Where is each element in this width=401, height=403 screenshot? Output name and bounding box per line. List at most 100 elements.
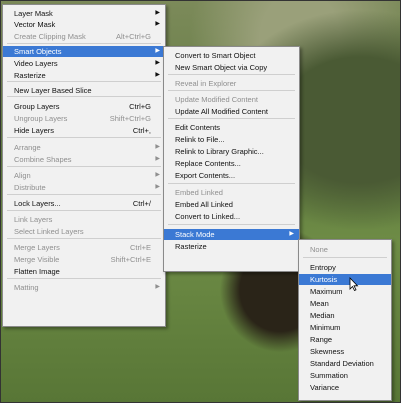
smart-objects-item-embed-linked: Embed Linked [164, 187, 299, 198]
menu-separator [168, 118, 295, 119]
submenu-arrow-icon: ▶ [155, 21, 160, 27]
layer-menu-item-hide-layers[interactable]: Hide Layers Ctrl+, [3, 125, 165, 136]
menu-item-label: Variance [310, 383, 340, 392]
stack-mode-item-kurtosis[interactable]: Kurtosis [299, 274, 391, 285]
stack-mode-item-skewness[interactable]: Skewness [299, 346, 391, 357]
layer-menu-item-group-layers[interactable]: Group Layers Ctrl+G [3, 101, 165, 112]
menu-item-label: Update All Modified Content [175, 107, 268, 116]
menu-item-label: Mean [310, 299, 329, 308]
layer-menu-item-link-layers: Link Layers [3, 214, 165, 225]
submenu-arrow-icon: ▶ [155, 184, 160, 190]
stack-mode-item-entropy[interactable]: Entropy [299, 262, 391, 273]
shortcut-text: Ctrl+/ [132, 199, 151, 208]
menu-item-label: Update Modified Content [175, 95, 258, 104]
stack-mode-item-summation[interactable]: Summation [299, 370, 391, 381]
submenu-arrow-icon: ▶ [155, 60, 160, 66]
layer-menu-item-matting: Matting ▶ [3, 282, 165, 293]
layer-menu-item-layer-mask[interactable]: Layer Mask ▶ [3, 8, 165, 19]
menu-item-label: Rasterize [14, 71, 46, 80]
layer-menu-item-rasterize[interactable]: Rasterize ▶ [3, 70, 165, 81]
smart-objects-item-update-all-modified-content[interactable]: Update All Modified Content [164, 106, 299, 117]
menu-item-label: Replace Contents... [175, 159, 241, 168]
layer-menu-item-smart-objects[interactable]: Smart Objects ▶ [3, 46, 165, 57]
menu-item-label: Edit Contents [175, 123, 221, 132]
stack-mode-item-variance[interactable]: Variance [299, 382, 391, 393]
menu-item-label: Link Layers [14, 215, 53, 224]
menu-separator [7, 96, 161, 97]
smart-objects-item-new-smart-object-via-copy[interactable]: New Smart Object via Copy [164, 62, 299, 73]
smart-objects-item-convert-to-linked[interactable]: Convert to Linked... [164, 211, 299, 222]
menu-separator [168, 183, 295, 184]
stack-mode-item-range[interactable]: Range [299, 334, 391, 345]
stack-mode-item-standard-deviation[interactable]: Standard Deviation [299, 358, 391, 369]
menu-item-label: Skewness [310, 347, 345, 356]
smart-objects-item-replace-contents[interactable]: Replace Contents... [164, 158, 299, 169]
stack-mode-item-maximum[interactable]: Maximum [299, 286, 391, 297]
menu-item-label: Entropy [310, 263, 336, 272]
smart-objects-item-embed-all-linked[interactable]: Embed All Linked [164, 199, 299, 210]
smart-objects-item-relink-to-file[interactable]: Relink to File... [164, 134, 299, 145]
menu-item-label: Arrange [14, 143, 41, 152]
menu-item-label: Merge Visible [14, 255, 60, 264]
menu-separator [7, 166, 161, 167]
stack-mode-item-mean[interactable]: Mean [299, 298, 391, 309]
menu-item-label: Summation [310, 371, 348, 380]
submenu-arrow-icon: ▶ [155, 156, 160, 162]
smart-objects-item-relink-to-library-graphic[interactable]: Relink to Library Graphic... [164, 146, 299, 157]
menu-item-label: Align [14, 171, 31, 180]
menu-separator [7, 81, 161, 82]
menu-separator [7, 210, 161, 211]
menu-item-label: Rasterize [175, 242, 207, 251]
menu-separator [303, 257, 387, 258]
layer-menu-item-video-layers[interactable]: Video Layers ▶ [3, 58, 165, 69]
smart-objects-item-update-modified-content: Update Modified Content [164, 94, 299, 105]
smart-objects-item-edit-contents[interactable]: Edit Contents [164, 122, 299, 133]
layer-menu-item-align: Align ▶ [3, 170, 165, 181]
submenu-arrow-icon: ▶ [289, 231, 294, 237]
submenu-arrow-icon: ▶ [155, 10, 160, 16]
submenu-arrow-icon: ▶ [155, 48, 160, 54]
stack-mode-item-minimum[interactable]: Minimum [299, 322, 391, 333]
menu-item-label: Layer Mask [14, 9, 53, 18]
smart-objects-item-stack-mode[interactable]: Stack Mode ▶ [164, 229, 299, 240]
layer-menu-item-new-layer-based-slice[interactable]: New Layer Based Slice [3, 85, 165, 96]
menu-item-label: New Layer Based Slice [14, 86, 92, 95]
stack-mode-item-median[interactable]: Median [299, 310, 391, 321]
stack-mode-submenu: None Entropy Kurtosis Maximum Mean Median Mini… [298, 239, 392, 401]
smart-objects-item-rasterize[interactable]: Rasterize [164, 241, 299, 252]
menu-item-label: Smart Objects [14, 47, 62, 56]
shortcut-text: Alt+Ctrl+G [115, 32, 151, 41]
submenu-arrow-icon: ▶ [155, 144, 160, 150]
menu-item-label: Hide Layers [14, 126, 55, 135]
shortcut-text: Shift+Ctrl+G [109, 114, 151, 123]
layer-menu-item-vector-mask[interactable]: Vector Mask ▶ [3, 19, 165, 30]
layer-menu-item-merge-visible: Merge Visible Shift+Ctrl+E [3, 254, 165, 265]
layer-menu-item-arrange: Arrange ▶ [3, 142, 165, 153]
layer-menu-item-lock-layers[interactable]: Lock Layers... Ctrl+/ [3, 198, 165, 209]
menu-item-label: Matting [14, 283, 39, 292]
menu-item-label: None [310, 245, 328, 254]
smart-objects-item-convert-to-smart-object[interactable]: Convert to Smart Object [164, 50, 299, 61]
submenu-arrow-icon: ▶ [155, 172, 160, 178]
layer-menu-item-ungroup-layers: Ungroup Layers Shift+Ctrl+G [3, 113, 165, 124]
menu-separator [7, 278, 161, 279]
menu-separator [7, 238, 161, 239]
menu-separator [168, 224, 295, 225]
menu-item-label: Combine Shapes [14, 155, 72, 164]
menu-item-label: Flatten Image [14, 267, 60, 276]
menu-item-label: Median [310, 311, 335, 320]
menu-item-label: Vector Mask [14, 20, 56, 29]
menu-item-label: Range [310, 335, 333, 344]
submenu-arrow-icon: ▶ [155, 72, 160, 78]
menu-separator [168, 74, 295, 75]
menu-item-label: Distribute [14, 183, 46, 192]
shortcut-text: Ctrl+, [132, 126, 151, 135]
menu-item-label: Video Layers [14, 59, 58, 68]
menu-item-label: Maximum [310, 287, 343, 296]
layer-menu-item-create-clipping-mask: Create Clipping Mask Alt+Ctrl+G [3, 31, 165, 42]
submenu-arrow-icon: ▶ [155, 284, 160, 290]
layer-menu: Layer Mask ▶ Vector Mask ▶ Create Clipping M… [2, 4, 166, 327]
shortcut-text: Ctrl+G [129, 102, 151, 111]
smart-objects-item-export-contents[interactable]: Export Contents... [164, 170, 299, 181]
layer-menu-item-flatten-image[interactable]: Flatten Image [3, 266, 165, 277]
